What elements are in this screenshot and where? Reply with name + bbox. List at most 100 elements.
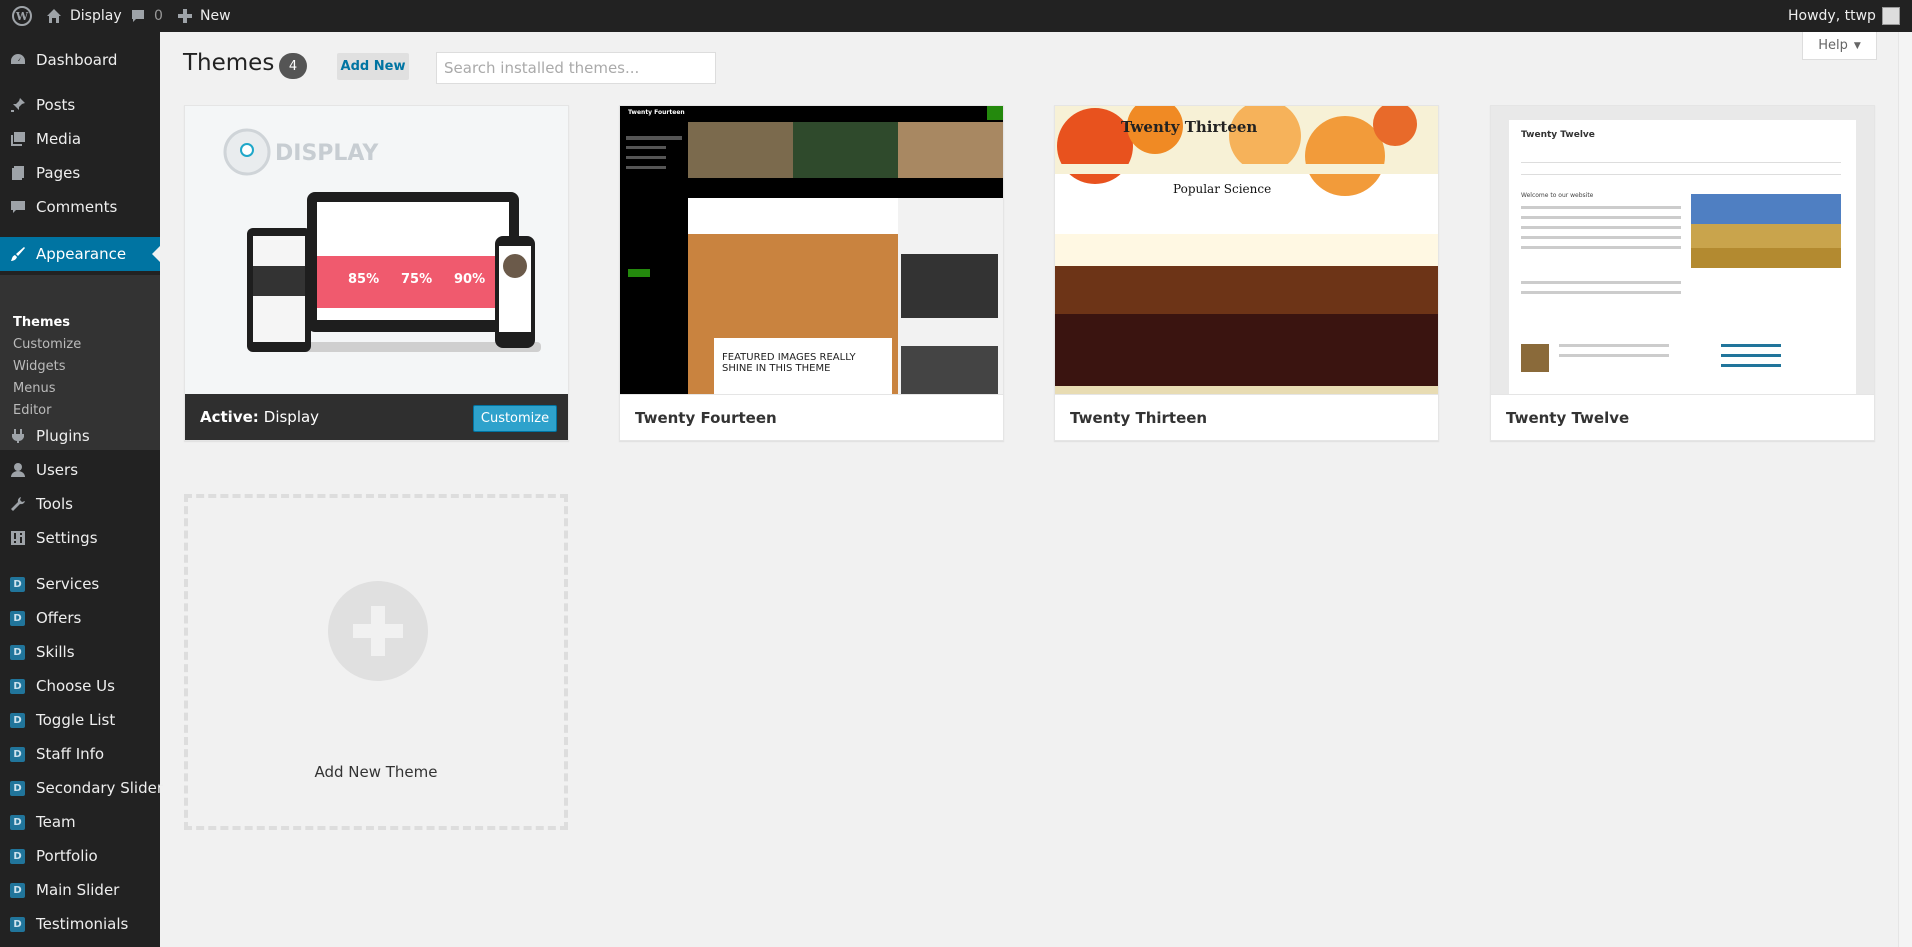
media-icon bbox=[10, 131, 26, 147]
plus-icon bbox=[178, 9, 192, 23]
add-new-theme-card[interactable]: Add New Theme bbox=[184, 494, 568, 830]
twelve-site-title: Twenty Twelve bbox=[1521, 130, 1595, 140]
theme-screenshot[interactable]: Twenty Fourteen FEATURED IMAGES REALLY S… bbox=[620, 106, 1003, 394]
sidebar-item-pages[interactable]: Pages bbox=[0, 156, 160, 190]
comment-icon bbox=[10, 199, 26, 215]
plus-icon bbox=[328, 581, 428, 681]
theme-card-twenty-fourteen[interactable]: Twenty Fourteen FEATURED IMAGES REALLY S… bbox=[619, 105, 1004, 441]
add-new-theme-label: Add New Theme bbox=[314, 763, 438, 781]
sidebar-item-tools[interactable]: Tools bbox=[0, 487, 160, 521]
submenu-widgets[interactable]: Widgets bbox=[13, 359, 66, 374]
submenu-customize[interactable]: Customize bbox=[13, 337, 81, 352]
sidebar-label: Portfolio bbox=[36, 847, 98, 865]
submenu-menus[interactable]: Menus bbox=[13, 381, 55, 396]
help-tab[interactable]: Help ▼ bbox=[1802, 32, 1877, 60]
sidebar-label: Appearance bbox=[36, 245, 127, 263]
d-icon: D bbox=[10, 645, 25, 660]
theme-card-twenty-twelve[interactable]: Twenty Twelve Welcome to our website Twe… bbox=[1490, 105, 1875, 441]
sidebar-item-settings[interactable]: Settings bbox=[0, 521, 160, 555]
plug-icon bbox=[10, 428, 26, 444]
wrench-icon bbox=[10, 496, 26, 512]
user-icon bbox=[10, 462, 26, 478]
stat-90: 90% bbox=[454, 272, 486, 287]
admin-bar: W Display 0 New Howdy, ttwp bbox=[0, 0, 1912, 32]
d-icon: D bbox=[10, 781, 25, 796]
sidebar-item-media[interactable]: Media bbox=[0, 122, 160, 156]
sidebar-label: Posts bbox=[36, 96, 76, 114]
sidebar-item-offers[interactable]: D Offers bbox=[0, 601, 160, 635]
sidebar-label: Staff Info bbox=[36, 745, 105, 763]
brush-icon bbox=[10, 246, 26, 262]
sidebar-item-services[interactable]: D Services bbox=[0, 567, 160, 601]
sidebar-label: Services bbox=[36, 575, 100, 593]
sidebar-item-choose-us[interactable]: D Choose Us bbox=[0, 669, 160, 703]
customize-button[interactable]: Customize bbox=[473, 405, 557, 432]
theme-screenshot[interactable]: DISPLAY 85% 75% 90% bbox=[185, 106, 568, 394]
sidebar-item-main-slider[interactable]: D Main Slider bbox=[0, 873, 160, 907]
pages-icon bbox=[10, 165, 26, 181]
settings-icon bbox=[10, 530, 26, 546]
new-content-link[interactable]: New bbox=[178, 0, 231, 32]
home-icon bbox=[47, 9, 61, 23]
theme-screenshot[interactable]: Twenty Thirteen Popular Science bbox=[1055, 106, 1438, 394]
my-account-link[interactable]: Howdy, ttwp bbox=[1788, 0, 1900, 32]
sidebar-item-plugins[interactable]: Plugins bbox=[0, 419, 160, 453]
sidebar-label: Settings bbox=[36, 529, 98, 547]
sidebar-item-secondary-slider[interactable]: D Secondary Slider bbox=[0, 771, 163, 805]
sidebar-label: Media bbox=[36, 130, 82, 148]
submenu-editor[interactable]: Editor bbox=[13, 403, 51, 418]
comments-count: 0 bbox=[154, 8, 163, 24]
wordpress-logo-icon[interactable]: W bbox=[12, 0, 32, 32]
sidebar-item-comments[interactable]: Comments bbox=[0, 190, 160, 224]
theme-name: Twenty Twelve bbox=[1491, 394, 1874, 440]
sidebar-item-staff-info[interactable]: D Staff Info bbox=[0, 737, 160, 771]
d-icon: D bbox=[10, 611, 25, 626]
d-icon: D bbox=[10, 815, 25, 830]
add-new-button[interactable]: Add New bbox=[337, 53, 409, 80]
sidebar-label: Choose Us bbox=[36, 677, 115, 695]
thirteen-site-title: Twenty Thirteen bbox=[1121, 118, 1258, 136]
sidebar-item-toggle-list[interactable]: D Toggle List bbox=[0, 703, 160, 737]
d-icon: D bbox=[10, 747, 25, 762]
sidebar-label: Offers bbox=[36, 609, 82, 627]
sidebar-label: Dashboard bbox=[36, 51, 118, 69]
page-scrollbar[interactable] bbox=[1898, 32, 1912, 947]
sidebar-item-team[interactable]: D Team bbox=[0, 805, 160, 839]
site-name: Display bbox=[70, 8, 122, 24]
sidebar-label: Testimonials bbox=[36, 915, 129, 933]
sidebar-item-portfolio[interactable]: D Portfolio bbox=[0, 839, 160, 873]
search-themes-input[interactable] bbox=[436, 52, 716, 84]
submenu-themes[interactable]: Themes bbox=[13, 315, 70, 330]
theme-name: Twenty Thirteen bbox=[1055, 394, 1438, 440]
dashboard-icon bbox=[10, 52, 26, 68]
theme-info-bar: Active: Display Customize bbox=[185, 394, 568, 440]
sidebar-item-users[interactable]: Users bbox=[0, 453, 160, 487]
sidebar-label: Secondary Slider bbox=[36, 779, 163, 797]
theme-count-badge: 4 bbox=[279, 53, 307, 79]
sidebar-item-dashboard[interactable]: Dashboard bbox=[0, 43, 160, 77]
theme-card-display[interactable]: DISPLAY 85% 75% 90% Active: Display Cust… bbox=[184, 105, 569, 441]
sidebar-label: Comments bbox=[36, 198, 118, 216]
site-home-link[interactable]: Display bbox=[46, 0, 122, 32]
active-label: Active: bbox=[200, 408, 259, 426]
theme-card-twenty-thirteen[interactable]: Twenty Thirteen Popular Science Twenty T… bbox=[1054, 105, 1439, 441]
help-label: Help bbox=[1818, 38, 1848, 53]
comments-link[interactable]: 0 bbox=[130, 0, 163, 32]
display-logo-text: DISPLAY bbox=[275, 141, 379, 166]
sidebar-label: Tools bbox=[36, 495, 73, 513]
sidebar-label: Users bbox=[36, 461, 79, 479]
sidebar-label: Toggle List bbox=[36, 711, 116, 729]
thirteen-post-title: Popular Science bbox=[1173, 182, 1272, 196]
sidebar-label: Main Slider bbox=[36, 881, 120, 899]
sidebar-item-skills[interactable]: D Skills bbox=[0, 635, 160, 669]
sidebar-item-testimonials[interactable]: D Testimonials bbox=[0, 907, 160, 941]
fourteen-featured-title: FEATURED IMAGES REALLY SHINE IN THIS THE… bbox=[722, 352, 856, 374]
greeting: Howdy, ttwp bbox=[1788, 8, 1876, 24]
stat-75: 75% bbox=[401, 272, 433, 287]
theme-screenshot[interactable]: Twenty Twelve Welcome to our website bbox=[1491, 106, 1874, 394]
pin-icon bbox=[10, 97, 26, 113]
sidebar-item-appearance[interactable]: Appearance bbox=[0, 237, 160, 271]
sidebar-item-posts[interactable]: Posts bbox=[0, 88, 160, 122]
svg-text:W: W bbox=[15, 10, 29, 23]
sidebar-label: Team bbox=[36, 813, 76, 831]
